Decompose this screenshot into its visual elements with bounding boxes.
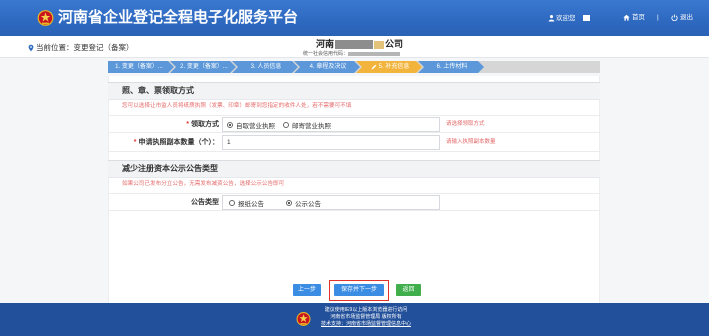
step-label: 2. 变更（备案）... bbox=[180, 64, 228, 70]
national-emblem-icon bbox=[37, 10, 54, 26]
user-icon bbox=[548, 15, 555, 22]
form-row-license-copies: *申请执照副本数量（个）： 请输入执照副本数量 bbox=[108, 134, 600, 152]
announcement-type-label: 公告类型 bbox=[191, 199, 219, 206]
home-icon bbox=[623, 14, 630, 21]
step-1[interactable]: 1. 变更（备案）... bbox=[108, 61, 174, 73]
footer-line: 建议使用IE9以上版本浏览器进行访问 bbox=[324, 307, 408, 313]
field-label: 公告类型 bbox=[108, 194, 221, 211]
prev-step-button[interactable]: 上一步 bbox=[293, 284, 321, 296]
power-icon bbox=[671, 14, 678, 21]
required-mark: * bbox=[186, 121, 189, 128]
radio-label: 邮寄营业执照 bbox=[292, 122, 331, 130]
welcome-text: 欢迎您 bbox=[556, 15, 576, 22]
redacted-username bbox=[583, 15, 590, 21]
company-name: 河南 公司 bbox=[316, 39, 403, 50]
breadcrumb: 当前位置：变更登记（备案） bbox=[28, 43, 134, 52]
company-name-end: 公司 bbox=[385, 39, 404, 49]
step-label: 5. 补充信息 bbox=[378, 64, 410, 70]
redacted-block bbox=[374, 40, 385, 49]
radio-option-mail[interactable]: 邮寄营业执照 bbox=[283, 120, 331, 130]
radio-label: 公示公告 bbox=[295, 200, 321, 208]
home-link[interactable]: 首页 bbox=[623, 13, 645, 22]
section-note-announcement: 如果公司已发布分立公告，无需发布减资公告，选择公示公告即可 bbox=[122, 181, 285, 187]
license-copies-input[interactable] bbox=[227, 136, 439, 149]
license-copies-field bbox=[222, 135, 440, 150]
radio-label: 自取营业执照 bbox=[236, 122, 275, 130]
field-hint: 请输入执照副本数量 bbox=[446, 139, 496, 145]
step-5[interactable]: 5. 补充信息 bbox=[356, 61, 422, 73]
breadcrumb-label: 当前位置：变更登记（备案） bbox=[36, 43, 134, 52]
redacted-block bbox=[348, 52, 401, 56]
pickup-method-label: 领取方式 bbox=[191, 121, 219, 128]
header-separator: | bbox=[657, 14, 659, 21]
step-label: 6. 上传材料 bbox=[436, 64, 468, 70]
radio-button[interactable] bbox=[283, 121, 289, 128]
radio-label: 报纸公告 bbox=[238, 200, 264, 208]
footer-support-link[interactable]: 技术支持：河南省市场监督管理信息中心 bbox=[316, 321, 416, 328]
credit-code-label: 统一社会信用代码： bbox=[303, 51, 349, 57]
footer-text: 建议使用IE9以上版本浏览器进行访问 河南省市场监督管理局 版权所有 技术支持：… bbox=[316, 307, 416, 328]
step-4[interactable]: 4. 章程及决议 bbox=[294, 61, 360, 73]
save-next-button[interactable]: 保存并下一步 bbox=[334, 284, 384, 296]
field-label: * 领取方式 bbox=[108, 116, 221, 133]
announcement-type-options: 报纸公告 公示公告 bbox=[222, 195, 440, 210]
logout-link[interactable]: 退出 bbox=[671, 13, 693, 22]
back-button[interactable]: 返回 bbox=[396, 284, 421, 296]
logout-label: 退出 bbox=[680, 14, 693, 21]
section-note-pickup: 您可以选择让市监人员将纸质执照（发票、印章）邮寄到您指定的收件人处，若不需要可不… bbox=[122, 103, 352, 109]
field-label: * 申请执照副本数量（个）： bbox=[108, 134, 221, 151]
step-label: 1. 变更（备案）... bbox=[115, 64, 163, 70]
step-6[interactable]: 6. 上传材料 bbox=[418, 61, 484, 73]
national-emblem-icon bbox=[296, 312, 311, 326]
radio-option-newspaper[interactable]: 报纸公告 bbox=[229, 198, 264, 208]
form-row-announcement-type: 公告类型 报纸公告 公示公告 bbox=[108, 193, 600, 211]
pencil-icon bbox=[371, 64, 377, 70]
credit-code-line: 统一社会信用代码： bbox=[303, 51, 401, 57]
redacted-block bbox=[335, 40, 374, 49]
section-title-announcement: 减少注册资本公示公告类型 bbox=[108, 160, 600, 178]
license-copies-label: 申请执照副本数量（个）： bbox=[138, 139, 220, 146]
radio-button[interactable] bbox=[229, 199, 235, 206]
step-3[interactable]: 3. 人员信息 bbox=[232, 61, 298, 73]
location-pin-icon bbox=[28, 44, 34, 51]
step-label: 4. 章程及决议 bbox=[309, 64, 347, 70]
company-name-start: 河南 bbox=[316, 39, 335, 49]
form-panel bbox=[108, 76, 600, 303]
required-mark: * bbox=[133, 139, 137, 146]
pickup-method-options: 自取营业执照 邮寄营业执照 bbox=[222, 117, 440, 132]
radio-option-self-pickup[interactable]: 自取营业执照 bbox=[227, 120, 275, 130]
step-label: 3. 人员信息 bbox=[250, 64, 282, 70]
step-2[interactable]: 2. 变更（备案）... bbox=[170, 61, 236, 73]
field-hint: 请选择领取方式 bbox=[446, 121, 485, 127]
platform-title: 河南省企业登记全程电子化服务平台 bbox=[58, 9, 299, 26]
top-header: 河南省企业登记全程电子化服务平台 欢迎您 首页 | 退出 bbox=[0, 0, 709, 36]
radio-option-public-notice[interactable]: 公示公告 bbox=[286, 198, 321, 208]
form-row-pickup-method: * 领取方式 自取营业执照 邮寄营业执照 请选择领取方式 bbox=[108, 115, 600, 133]
step-progress-bar: 1. 变更（备案）... 2. 变更（备案）... 3. 人员信息 4. 章程及… bbox=[108, 61, 600, 73]
home-label: 首页 bbox=[632, 14, 645, 21]
section-title-pickup: 照、章、票领取方式 bbox=[108, 82, 600, 100]
footer-line: 河南省市场监督管理局 版权所有 bbox=[330, 314, 402, 320]
radio-button[interactable] bbox=[227, 121, 233, 128]
radio-button[interactable] bbox=[286, 199, 292, 206]
